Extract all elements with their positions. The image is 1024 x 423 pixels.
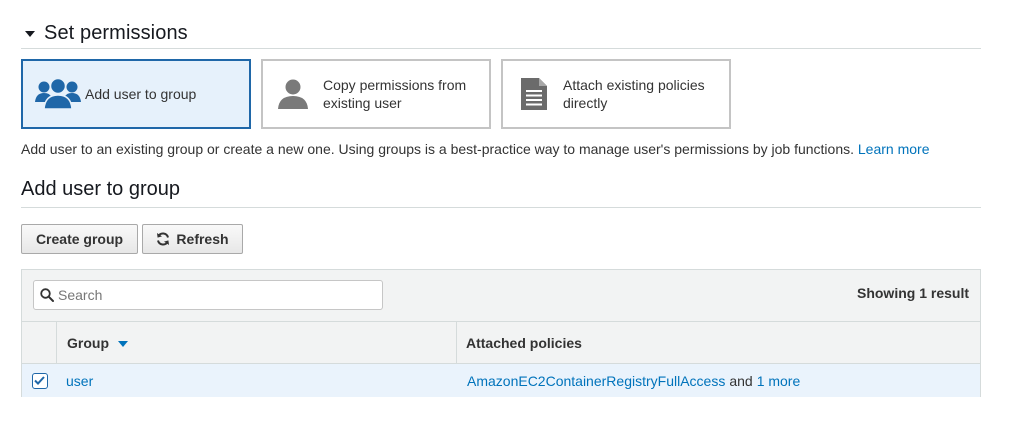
policies-cell: AmazonEC2ContainerRegistryFullAccess and… <box>457 364 980 397</box>
column-header-group[interactable]: Group <box>57 322 457 363</box>
groups-table: Showing 1 result Group Attached policies… <box>21 269 981 397</box>
policy-link[interactable]: AmazonEC2ContainerRegistryFullAccess <box>467 373 725 389</box>
set-permissions-header[interactable]: Set permissions <box>21 19 981 49</box>
section-title: Set permissions <box>44 22 188 44</box>
create-group-button[interactable]: Create group <box>21 224 138 254</box>
description-text: Add user to an existing group or create … <box>21 141 854 157</box>
row-select-cell <box>22 364 57 397</box>
search-icon <box>40 288 54 302</box>
refresh-button[interactable]: Refresh <box>142 224 243 254</box>
refresh-label: Refresh <box>176 231 229 247</box>
search-box[interactable] <box>33 280 383 310</box>
search-input[interactable] <box>58 287 358 303</box>
sort-descending-icon <box>118 340 128 347</box>
sub-section-title: Add user to group <box>21 178 180 200</box>
and-text: and <box>729 372 753 389</box>
option-label: Copy permissions from existing user <box>323 77 467 111</box>
header-select-cell <box>22 322 57 363</box>
permission-options: Add user to group Copy permissions from … <box>21 59 731 129</box>
table-header: Group Attached policies <box>22 322 980 364</box>
user-icon <box>277 79 309 109</box>
option-attach-policies[interactable]: Attach existing policies directly <box>501 59 731 129</box>
column-header-label: Group <box>67 334 109 351</box>
more-policies-link[interactable]: 1 more <box>757 373 801 389</box>
refresh-icon <box>157 232 170 246</box>
table-toolbar: Showing 1 result <box>22 270 980 322</box>
caret-down-icon[interactable] <box>25 31 35 37</box>
option-label: Add user to group <box>85 86 197 102</box>
option-add-user-to-group[interactable]: Add user to group <box>21 59 251 129</box>
group-link[interactable]: user <box>66 373 93 389</box>
row-checkbox[interactable] <box>31 372 48 389</box>
group-cell: user <box>57 364 457 397</box>
column-header-label: Attached policies <box>466 334 582 351</box>
document-icon <box>519 76 549 112</box>
result-count: Showing 1 result <box>856 285 969 301</box>
add-user-to-group-header: Add user to group <box>21 176 981 208</box>
users-group-icon <box>35 77 81 111</box>
option-label: Attach existing policies directly <box>563 77 705 111</box>
learn-more-link[interactable]: Learn more <box>858 141 930 157</box>
checkmark-icon <box>34 376 45 385</box>
table-row[interactable]: user AmazonEC2ContainerRegistryFullAcces… <box>22 364 980 397</box>
option-copy-permissions[interactable]: Copy permissions from existing user <box>261 59 491 129</box>
permissions-description: Add user to an existing group or create … <box>21 141 929 157</box>
column-header-attached-policies[interactable]: Attached policies <box>457 322 980 363</box>
